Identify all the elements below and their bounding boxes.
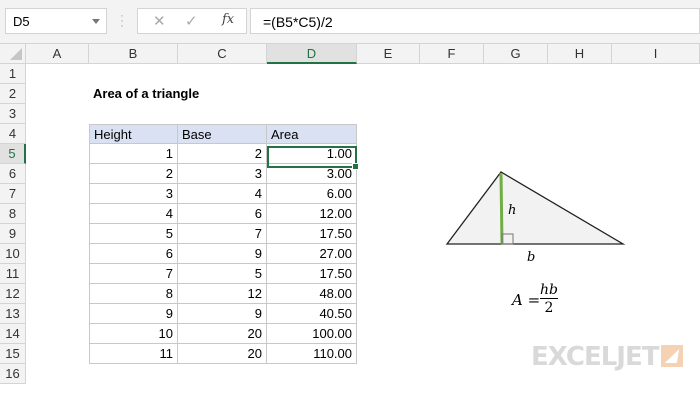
triangle-shape [445,171,626,245]
formula-denominator: 2 [544,300,554,316]
formula-lhs: A = [512,291,541,309]
logo-text: EXCELJET [531,342,659,372]
formula-numerator: hb [540,282,558,299]
exceljet-logo: EXCELJET [531,342,684,372]
logo-arrow-icon [661,345,684,367]
height-label: h [508,203,517,218]
triangle-diagram [445,171,626,245]
height-line [499,172,504,245]
base-label: b [527,250,536,265]
